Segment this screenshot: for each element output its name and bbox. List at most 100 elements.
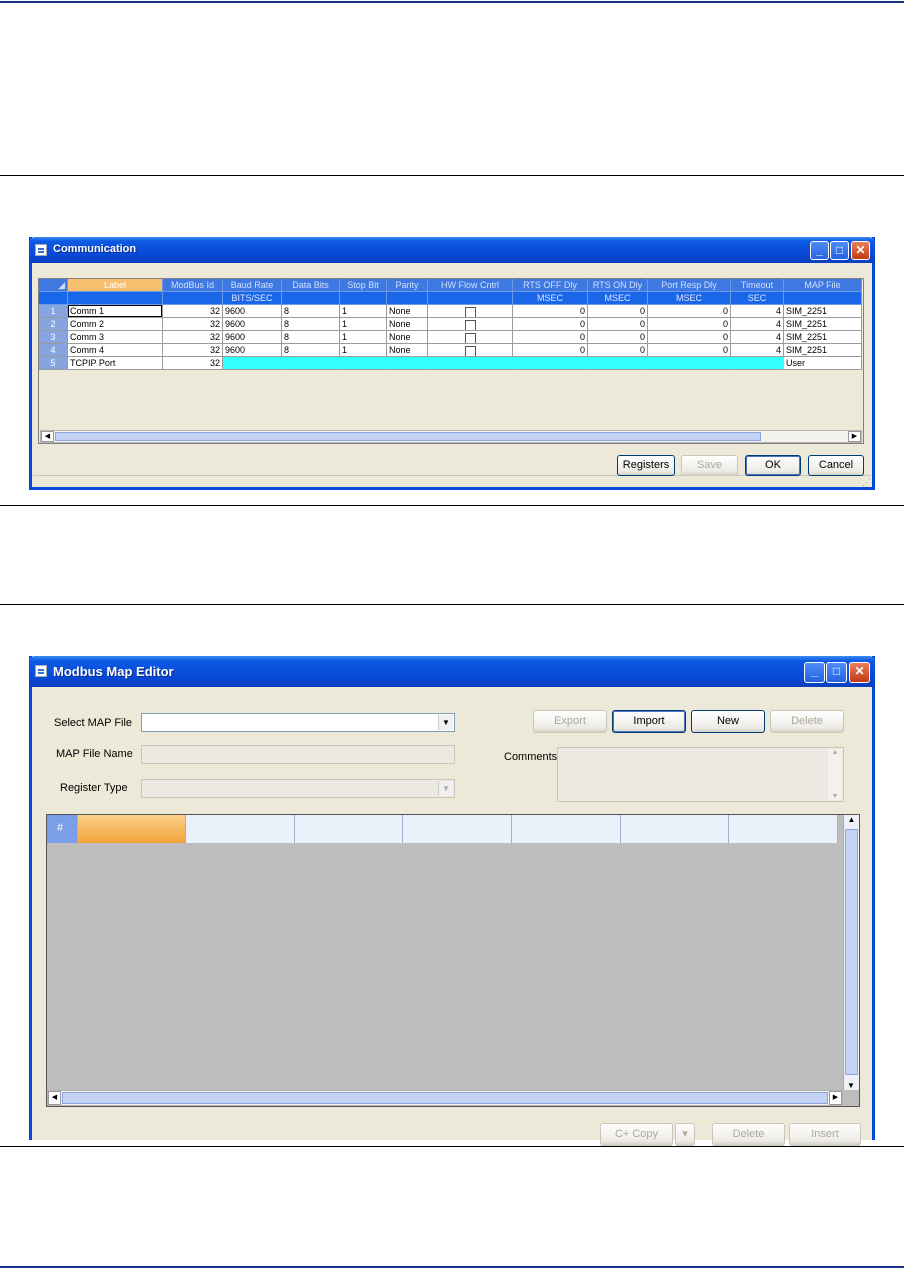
cell-parity[interactable]: None — [387, 305, 428, 318]
column-header[interactable]: Baud Rate — [223, 279, 282, 292]
delete-row-button[interactable]: Delete — [712, 1123, 785, 1146]
cell-label[interactable]: Comm 4 — [68, 344, 163, 357]
cell-rts-on[interactable]: 0 — [588, 344, 648, 357]
communication-grid[interactable]: ◢ Label ModBus Id Baud Rate Data Bits Stop Bi… — [38, 278, 864, 444]
maximize-icon[interactable]: □ — [830, 241, 849, 260]
cell-rts-off[interactable]: 0 — [513, 305, 588, 318]
hw-flow-cell[interactable] — [428, 344, 513, 357]
column-header[interactable]: Port Resp Dly — [648, 279, 731, 292]
cell-timeout[interactable] — [731, 357, 784, 370]
import-button[interactable]: Import — [612, 710, 686, 733]
column-header[interactable]: MAP File — [784, 279, 862, 292]
chevron-down-icon[interactable]: ▼ — [438, 781, 453, 796]
minimize-icon[interactable]: _ — [810, 241, 829, 260]
scroll-up-icon[interactable]: ▲ — [828, 749, 842, 756]
grid-column-header[interactable] — [729, 815, 838, 843]
cell-rts-on[interactable] — [588, 357, 648, 370]
column-header[interactable]: Stop Bit — [340, 279, 387, 292]
vertical-scrollbar[interactable]: ▲ ▼ — [843, 815, 859, 1090]
cell-rts-off[interactable]: 0 — [513, 331, 588, 344]
cell-label[interactable]: Comm 1 — [68, 305, 163, 318]
copy-button[interactable]: C+ Copy — [600, 1123, 673, 1146]
cell-data-bits[interactable]: 8 — [282, 344, 340, 357]
hw-flow-cell[interactable] — [428, 318, 513, 331]
horizontal-scrollbar[interactable]: ◀ ▶ — [47, 1090, 843, 1106]
cell-map-file[interactable]: User — [784, 357, 862, 370]
cell-rts-on[interactable]: 0 — [588, 318, 648, 331]
modbus-register-grid[interactable]: # ▲ ▼ ◀ ▶ — [46, 814, 860, 1107]
cell-modbus-id[interactable]: 32 — [163, 305, 223, 318]
row-number[interactable]: 4 — [39, 344, 68, 357]
cell-modbus-id[interactable]: 32 — [163, 344, 223, 357]
cell-parity[interactable]: None — [387, 344, 428, 357]
grid-corner-cell[interactable]: # — [47, 815, 78, 843]
scroll-left-icon[interactable]: ◀ — [48, 1091, 61, 1105]
cell-label[interactable]: Comm 3 — [68, 331, 163, 344]
hw-flow-checkbox[interactable] — [464, 306, 476, 317]
row-number[interactable]: 1 — [39, 305, 68, 318]
copy-dropdown-icon[interactable]: ▾ — [675, 1123, 695, 1146]
close-icon[interactable]: ✕ — [851, 241, 870, 260]
cell-rts-off[interactable] — [513, 357, 588, 370]
column-header[interactable]: Timeout — [731, 279, 784, 292]
scroll-left-icon[interactable]: ◀ — [41, 431, 54, 442]
cell-port-resp[interactable] — [648, 357, 731, 370]
cell-modbus-id[interactable]: 32 — [163, 318, 223, 331]
cell-baud[interactable]: 9600 — [223, 305, 282, 318]
hw-flow-checkbox[interactable] — [464, 332, 476, 343]
close-icon[interactable]: ✕ — [849, 662, 870, 683]
cell-data-bits[interactable]: 8 — [282, 305, 340, 318]
column-header[interactable]: RTS OFF Dly — [513, 279, 588, 292]
cell-label[interactable]: TCPIP Port — [68, 357, 163, 370]
resize-grip-icon[interactable]: ⋰ — [862, 477, 871, 488]
cell-baud[interactable] — [223, 357, 282, 370]
cell-stop-bit[interactable]: 1 — [340, 344, 387, 357]
cell-parity[interactable]: None — [387, 331, 428, 344]
comments-scrollbar[interactable]: ▲ ▼ — [828, 749, 842, 800]
delete-map-button[interactable]: Delete — [770, 710, 844, 733]
hw-flow-cell[interactable] — [428, 331, 513, 344]
select-map-file-dropdown[interactable]: ▼ — [141, 713, 455, 732]
cell-stop-bit[interactable]: 1 — [340, 305, 387, 318]
cell-parity[interactable] — [387, 357, 428, 370]
cell-baud[interactable]: 9600 — [223, 331, 282, 344]
grid-column-header[interactable] — [621, 815, 729, 843]
new-button[interactable]: New — [691, 710, 765, 733]
cell-port-resp[interactable]: 0 — [648, 344, 731, 357]
cell-parity[interactable]: None — [387, 318, 428, 331]
scroll-down-icon[interactable]: ▼ — [828, 793, 842, 800]
cell-port-resp[interactable]: 0 — [648, 305, 731, 318]
map-file-name-input[interactable] — [141, 745, 455, 764]
row-number[interactable]: 5 — [39, 357, 68, 370]
save-button[interactable]: Save — [681, 455, 738, 476]
scroll-right-icon[interactable]: ▶ — [848, 431, 861, 442]
grid-column-header[interactable] — [78, 815, 186, 843]
scroll-down-icon[interactable]: ▼ — [844, 1081, 858, 1090]
maximize-icon[interactable]: □ — [826, 662, 847, 683]
cell-rts-off[interactable]: 0 — [513, 344, 588, 357]
grid-column-header[interactable] — [403, 815, 512, 843]
insert-button[interactable]: Insert — [789, 1123, 861, 1146]
cell-timeout[interactable]: 4 — [731, 331, 784, 344]
scroll-right-icon[interactable]: ▶ — [829, 1091, 842, 1105]
cell-data-bits[interactable]: 8 — [282, 318, 340, 331]
hw-flow-cell[interactable] — [428, 305, 513, 318]
cell-rts-on[interactable]: 0 — [588, 305, 648, 318]
column-header[interactable]: Label — [68, 279, 163, 292]
grid-column-header[interactable] — [512, 815, 621, 843]
cell-timeout[interactable]: 4 — [731, 305, 784, 318]
scrollbar-thumb[interactable] — [55, 432, 761, 441]
register-type-dropdown[interactable]: ▼ — [141, 779, 455, 798]
column-header[interactable]: ModBus Id — [163, 279, 223, 292]
column-header[interactable]: Parity — [387, 279, 428, 292]
column-header[interactable]: RTS ON Dly — [588, 279, 648, 292]
cell-rts-on[interactable]: 0 — [588, 331, 648, 344]
cell-modbus-id[interactable]: 32 — [163, 357, 223, 370]
cell-map-file[interactable]: SIM_2251 — [784, 305, 862, 318]
cell-data-bits[interactable] — [282, 357, 340, 370]
cell-label[interactable]: Comm 2 — [68, 318, 163, 331]
modbus-titlebar[interactable]: Modbus Map Editor _ □ ✕ — [29, 656, 875, 687]
communication-titlebar[interactable]: Communication _ □ ✕ — [29, 237, 875, 263]
hw-flow-cell[interactable] — [428, 357, 513, 370]
column-header[interactable]: Data Bits — [282, 279, 340, 292]
